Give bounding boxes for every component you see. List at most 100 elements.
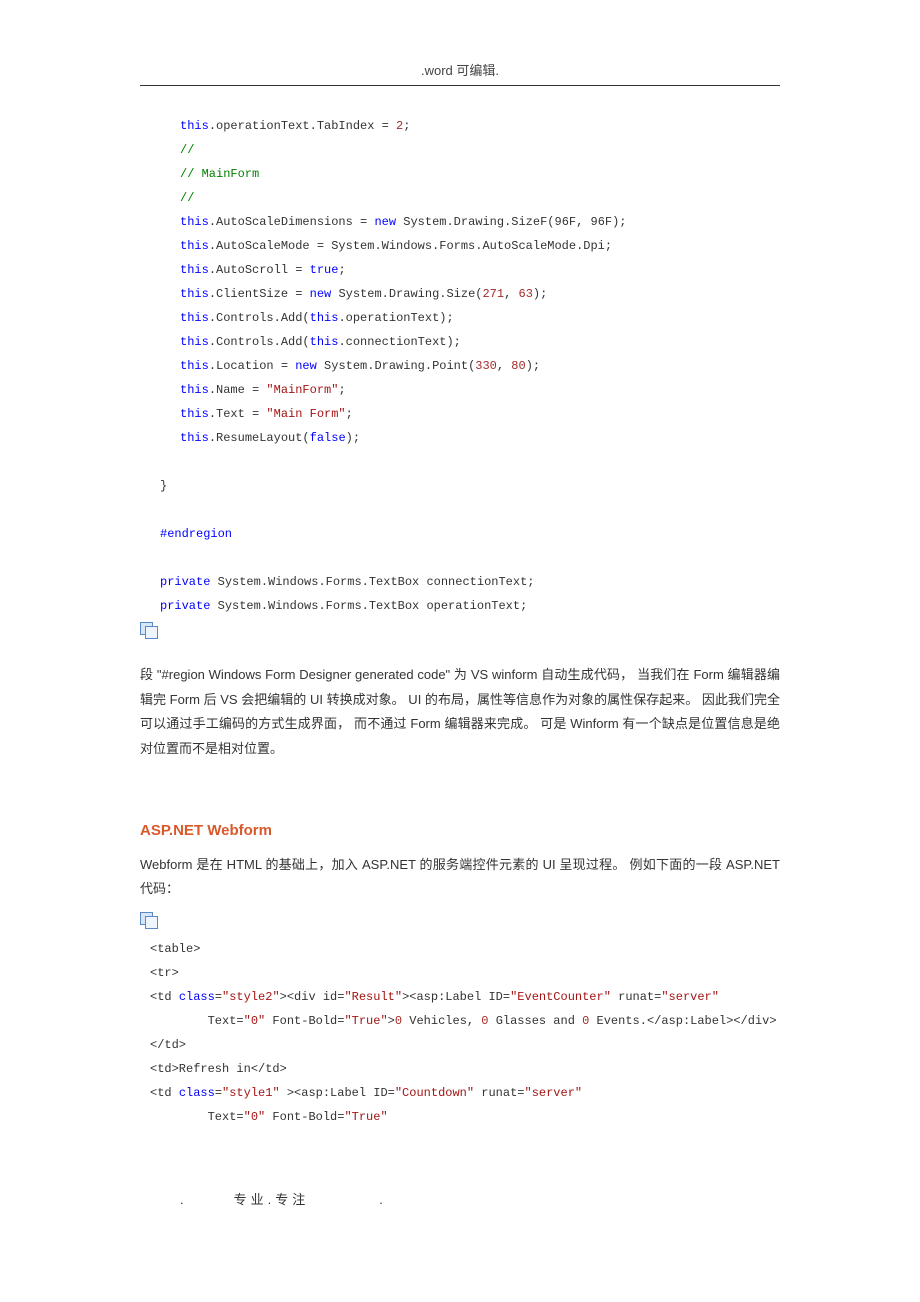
code-token: .Location = [209,359,295,373]
code-token: this [180,215,209,229]
code-token: // [180,191,194,205]
code-token: .AutoScaleMode = System.Windows.Forms.Au… [209,239,612,253]
document-page: .word 可编辑. this.operationText.TabIndex =… [0,0,920,1248]
copy-icon[interactable] [140,622,158,638]
code-token: .Controls.Add( [209,335,310,349]
code-token: "0" [244,1014,266,1028]
code-token: <td [150,990,179,1004]
code-token: this [180,431,209,445]
code-token: this [180,263,209,277]
code-token: runat= [611,990,661,1004]
code-token: "style1" [222,1086,280,1100]
code-token: "server" [661,990,719,1004]
page-footer: .专业.专注. [140,1189,780,1208]
code-token: ; [403,119,410,133]
code-token: Text= [150,1014,244,1028]
page-header: .word 可编辑. [140,60,780,86]
code-token: System.Drawing.Point( [317,359,475,373]
code-token: .operationText); [338,311,453,325]
code-token: .ClientSize = [209,287,310,301]
code-token: ); [526,359,540,373]
code-token: .Text = [209,407,267,421]
heading-aspnet-webform: ASP.NET Webform [140,822,780,839]
code-token: new [310,287,332,301]
code-token: "Countdown" [395,1086,474,1100]
code-token: this [180,383,209,397]
code-token: 330 [475,359,497,373]
code-token: ; [338,383,345,397]
code-token: private [160,575,210,589]
code-token: System.Drawing.Size( [331,287,482,301]
code-token: ><asp:Label ID= [402,990,510,1004]
code-token: , [504,287,518,301]
code-block-csharp: this.operationText.TabIndex = 2; // // M… [180,114,780,450]
code-token: "MainForm" [266,383,338,397]
code-token: Events.</asp:Label></div> [589,1014,776,1028]
code-token: <td>Refresh in</td> [150,1062,287,1076]
code-token: // MainForm [180,167,259,181]
code-token: "EventCounter" [510,990,611,1004]
code-token: .AutoScaleDimensions = [209,215,375,229]
code-token: #endregion [160,527,232,541]
code-token: this [180,359,209,373]
code-token: System.Windows.Forms.TextBox connectionT… [210,575,534,589]
code-token: runat= [474,1086,524,1100]
code-token: System.Drawing.SizeF(96F, 96F); [396,215,626,229]
code-token: "Result" [344,990,402,1004]
code-token: new [374,215,396,229]
code-token: true [310,263,339,277]
code-token: ; [346,407,353,421]
code-token: ><div id= [280,990,345,1004]
code-token: , [497,359,511,373]
code-token: this [310,335,339,349]
code-token: = [215,990,222,1004]
code-token: ); [533,287,547,301]
code-token: class [179,990,215,1004]
code-token: "style2" [222,990,280,1004]
code-token: = [215,1086,222,1100]
code-token: .connectionText); [338,335,460,349]
code-token: this [180,407,209,421]
code-token: } [160,479,167,493]
code-token: this [180,239,209,253]
code-token: "True" [344,1110,387,1124]
code-token: 0 [395,1014,402,1028]
code-token: ; [338,263,345,277]
code-token: 271 [482,287,504,301]
code-token: <table> [150,942,200,956]
code-block-aspnet: <table> <tr> <td class="style2"><div id=… [150,937,780,1129]
footer-text: 专业.专注 [234,1192,310,1207]
code-token: false [310,431,346,445]
footer-dot: . [180,1192,184,1207]
code-block-csharp-outer: } #endregion private System.Windows.Form… [160,450,780,618]
code-token: </td> [150,1038,186,1052]
code-token: Glasses and [489,1014,583,1028]
code-token: "server" [525,1086,583,1100]
code-token: 80 [511,359,525,373]
code-token: .operationText.TabIndex = [209,119,396,133]
code-token: class [179,1086,215,1100]
code-token: this [180,119,209,133]
code-token: .Controls.Add( [209,311,310,325]
paragraph-webform-intro: Webform 是在 HTML 的基础上，加入 ASP.NET 的服务端控件元素… [140,853,780,902]
copy-icon[interactable] [140,912,158,928]
code-token: this [310,311,339,325]
code-token: <tr> [150,966,179,980]
code-token: .AutoScroll = [209,263,310,277]
code-token: <td [150,1086,179,1100]
code-token: .Name = [209,383,267,397]
code-token: this [180,335,209,349]
code-token: Text= [150,1110,244,1124]
code-token: new [295,359,317,373]
code-token: private [160,599,210,613]
code-token: System.Windows.Forms.TextBox operationTe… [210,599,527,613]
code-token: .ResumeLayout( [209,431,310,445]
code-token: 63 [519,287,533,301]
paragraph-winform: 段 "#region Windows Form Designer generat… [140,663,780,762]
code-token: // [180,143,194,157]
code-token: Vehicles, [402,1014,481,1028]
code-token: "True" [344,1014,387,1028]
code-token: ); [346,431,360,445]
code-token: ><asp:Label ID= [280,1086,395,1100]
code-token: this [180,311,209,325]
